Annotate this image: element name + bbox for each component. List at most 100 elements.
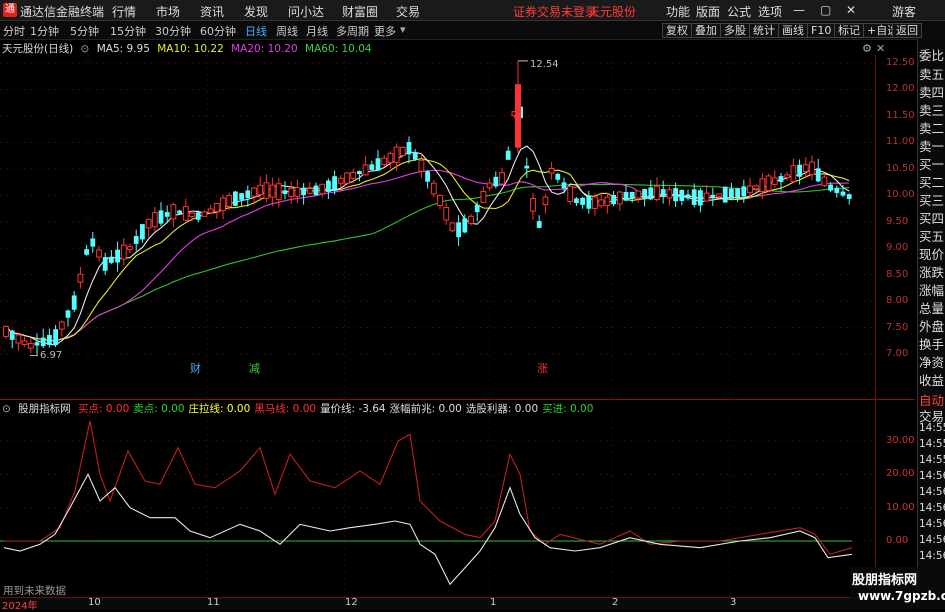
candle-body bbox=[561, 182, 567, 189]
menu-ask[interactable]: 问小达 bbox=[288, 3, 324, 20]
candle-body bbox=[716, 193, 722, 198]
menu-wealth[interactable]: 财富圈 bbox=[342, 3, 378, 20]
candle-body bbox=[802, 164, 809, 172]
candle-body bbox=[456, 222, 461, 238]
candle-body bbox=[15, 334, 22, 344]
candle-body bbox=[815, 168, 821, 182]
candle-body bbox=[257, 184, 264, 196]
close-chart-icon[interactable]: ✕ bbox=[876, 42, 885, 55]
candle-body bbox=[84, 249, 89, 255]
tab-60min[interactable]: 60分钟 bbox=[200, 23, 236, 39]
menu-news[interactable]: 资讯 bbox=[200, 3, 224, 20]
indicator-tick: 30.00 bbox=[886, 435, 915, 446]
quote-panel-item-14: 总量 bbox=[919, 301, 945, 316]
quote-panel-item-8: 买三 bbox=[919, 193, 945, 208]
date-axis bbox=[0, 597, 915, 610]
menu-formula[interactable]: 公式 bbox=[727, 3, 751, 20]
indicator-legend: ⊙ 股朋指标网 买点: 0.00 卖点: 0.00 庄拉线: 0.00 黑马线: 0.… bbox=[2, 401, 597, 415]
candle-body bbox=[362, 164, 369, 176]
tab-1min[interactable]: 1分钟 bbox=[30, 23, 59, 39]
overlay-button[interactable]: 叠加 bbox=[691, 23, 721, 38]
guest-button[interactable]: 游客 bbox=[892, 3, 916, 20]
tab-30min[interactable]: 30分钟 bbox=[155, 23, 191, 39]
more-dropdown-icon[interactable]: ▾ bbox=[400, 23, 406, 36]
close-icon[interactable]: ✕ bbox=[846, 3, 856, 17]
price-tick: 9.00 bbox=[886, 242, 909, 254]
site-watermark: 股朋指标网 www.7gpzb.com bbox=[850, 567, 945, 609]
candle-body bbox=[499, 172, 505, 185]
multi-stock-button[interactable]: 多股 bbox=[720, 23, 750, 38]
date-jan: 1 bbox=[490, 597, 497, 608]
quote-panel-item-13: 涨幅 bbox=[919, 283, 945, 298]
indicator-dropdown-icon[interactable]: ⊙ bbox=[2, 403, 11, 415]
candle-body bbox=[77, 273, 84, 283]
tab-intraday[interactable]: 分时 bbox=[3, 23, 25, 39]
candle-body bbox=[486, 182, 493, 189]
candle-body bbox=[462, 218, 468, 233]
quote-panel-item-27: 14:56 bbox=[919, 518, 945, 530]
ma60-value: MA60: 10.04 bbox=[305, 43, 372, 55]
candle-body bbox=[239, 193, 244, 200]
candle-body bbox=[301, 187, 306, 196]
menu-layout[interactable]: 版面 bbox=[696, 3, 720, 20]
candle-body bbox=[313, 185, 319, 196]
menu-quotes[interactable]: 行情 bbox=[112, 3, 136, 20]
tab-weekly[interactable]: 周线 bbox=[276, 23, 298, 39]
candle-body bbox=[387, 152, 394, 164]
restore-rights-button[interactable]: 复权 bbox=[662, 23, 692, 38]
ma10-value: MA10: 10.22 bbox=[157, 43, 224, 55]
candle-body bbox=[350, 171, 357, 179]
back-button[interactable]: 返回 bbox=[892, 23, 922, 38]
candle-body bbox=[679, 190, 685, 202]
tab-5min[interactable]: 5分钟 bbox=[70, 23, 99, 39]
candle-body bbox=[505, 150, 511, 160]
candle-body bbox=[567, 185, 574, 202]
tab-more[interactable]: 更多 bbox=[374, 23, 396, 39]
price-tick: 7.50 bbox=[886, 321, 909, 333]
finance-marker[interactable]: 财 bbox=[190, 360, 201, 376]
candle-body bbox=[53, 329, 58, 345]
candle-body bbox=[109, 257, 114, 263]
tab-15min[interactable]: 15分钟 bbox=[110, 23, 146, 39]
menu-options[interactable]: 选项 bbox=[758, 3, 782, 20]
candle-body bbox=[654, 185, 660, 200]
menu-market[interactable]: 市场 bbox=[156, 3, 180, 20]
minimize-icon[interactable]: — bbox=[793, 3, 805, 17]
draw-line-button[interactable]: 画线 bbox=[778, 23, 808, 38]
f10-button[interactable]: F10 bbox=[807, 23, 836, 38]
mark-button[interactable]: 标记 bbox=[834, 23, 864, 38]
menu-function[interactable]: 功能 bbox=[666, 3, 690, 20]
candle-body bbox=[306, 188, 313, 194]
login-notice[interactable]: 证券交易未登录 bbox=[513, 3, 597, 20]
tab-multi[interactable]: 多周期 bbox=[336, 23, 369, 39]
candle-body bbox=[207, 208, 214, 214]
tab-monthly[interactable]: 月线 bbox=[306, 23, 328, 39]
reduce-marker[interactable]: 减 bbox=[249, 360, 260, 376]
quote-panel-item-10: 买五 bbox=[919, 229, 945, 244]
settings-icon[interactable]: ⚙ bbox=[862, 42, 872, 55]
quote-panel-item-2: 卖四 bbox=[919, 85, 945, 100]
quote-panel-item-0: 委比 bbox=[919, 48, 945, 63]
candle-body bbox=[703, 192, 710, 202]
candle-body bbox=[784, 174, 791, 179]
menu-trade[interactable]: 交易 bbox=[396, 3, 420, 20]
statistics-button[interactable]: 统计 bbox=[749, 23, 779, 38]
kline-chart[interactable] bbox=[0, 55, 915, 399]
candle-body bbox=[337, 177, 344, 184]
menu-discover[interactable]: 发现 bbox=[244, 3, 268, 20]
rise-marker[interactable]: 涨 bbox=[537, 360, 548, 376]
candle-body bbox=[493, 176, 499, 187]
quote-panel-item-5: 卖一 bbox=[919, 139, 945, 154]
maximize-icon[interactable]: ▢ bbox=[820, 3, 831, 17]
price-tick: 12.50 bbox=[886, 57, 915, 68]
quote-panel-item-6: 买一 bbox=[919, 157, 945, 172]
tab-daily[interactable]: 日线 bbox=[245, 23, 267, 39]
legend-dropdown-icon[interactable]: ⊙ bbox=[81, 43, 90, 55]
candle-body bbox=[480, 191, 487, 203]
candle-body bbox=[425, 171, 430, 182]
candle-body bbox=[90, 238, 96, 247]
indicator-tick: 20.00 bbox=[886, 468, 915, 480]
candle-body bbox=[586, 195, 592, 209]
indicator-title: 股朋指标网 bbox=[18, 403, 71, 415]
indicator-chart[interactable] bbox=[0, 415, 915, 597]
